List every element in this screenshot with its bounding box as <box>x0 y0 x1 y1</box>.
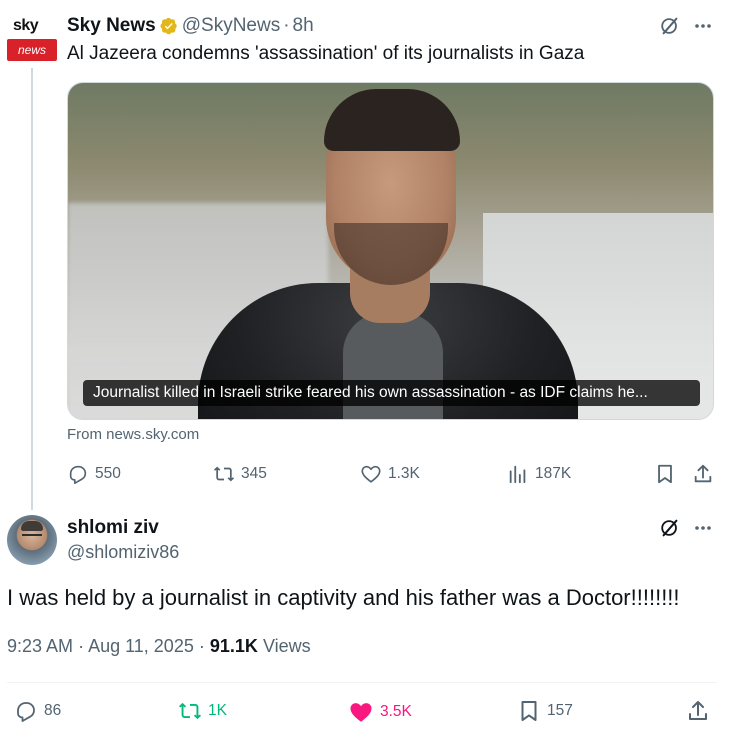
like-button[interactable]: 3.5K <box>348 699 412 725</box>
link-card[interactable]: Journalist killed in Israeli strike fear… <box>67 82 714 420</box>
bookmark-count: 157 <box>547 702 573 719</box>
reply-icon <box>67 463 89 485</box>
separator: · <box>198 636 205 656</box>
bookmark-icon <box>654 463 676 485</box>
thread-connector-line <box>31 68 33 510</box>
card-source[interactable]: From news.sky.com <box>67 426 199 443</box>
tweet-date[interactable]: Aug 11, 2025 <box>88 636 194 656</box>
views-count: 187K <box>535 465 572 482</box>
tweet-time[interactable]: 8h <box>293 15 314 37</box>
sky-logo-badge: news <box>7 39 57 61</box>
verified-icon <box>160 17 178 35</box>
avatar[interactable] <box>7 515 57 565</box>
bookmark-button[interactable] <box>654 463 676 485</box>
like-button[interactable]: 1.3K <box>360 463 420 485</box>
reply-count: 86 <box>44 702 62 719</box>
separator: · <box>283 15 290 36</box>
views-label: Views <box>262 636 311 656</box>
more-icon[interactable] <box>693 518 713 540</box>
sky-news-avatar[interactable]: sky news <box>7 13 57 63</box>
divider <box>7 682 717 683</box>
bookmark-icon <box>517 699 541 723</box>
quoted-tweet-header: Sky News @SkyNews · 8h <box>67 14 314 38</box>
reply-icon <box>14 699 38 723</box>
separator: · <box>78 636 85 656</box>
reply-button[interactable]: 86 <box>14 699 61 723</box>
views-count: 91.1K <box>209 636 258 656</box>
repost-count: 1K <box>208 702 227 719</box>
like-icon <box>360 463 382 485</box>
repost-icon <box>213 463 235 485</box>
like-count: 3.5K <box>380 703 412 720</box>
author-handle[interactable]: @SkyNews <box>182 15 280 37</box>
share-button[interactable] <box>686 699 710 723</box>
more-icon[interactable] <box>693 16 713 38</box>
share-button[interactable] <box>692 463 714 485</box>
repost-button[interactable]: 345 <box>213 463 267 485</box>
grok-icon[interactable] <box>659 517 681 539</box>
grok-icon[interactable] <box>659 15 681 37</box>
like-count: 1.3K <box>388 465 420 482</box>
repost-button[interactable]: 1K <box>178 699 227 723</box>
reply-button[interactable]: 550 <box>67 463 121 485</box>
author-name[interactable]: Sky News <box>67 15 156 37</box>
repost-icon <box>178 699 202 723</box>
views-icon <box>507 463 529 485</box>
share-icon <box>686 699 710 723</box>
reply-count: 550 <box>95 465 121 482</box>
author-name[interactable]: shlomi ziv <box>67 517 159 539</box>
card-caption: Journalist killed in Israeli strike fear… <box>83 380 700 406</box>
repost-count: 345 <box>241 465 267 482</box>
share-icon <box>692 463 714 485</box>
bookmark-button[interactable]: 157 <box>517 699 573 723</box>
tweet-time[interactable]: 9:23 AM <box>7 636 73 656</box>
tweet-meta: 9:23 AM · Aug 11, 2025 · 91.1K Views <box>7 636 311 657</box>
views-button[interactable]: 187K <box>507 463 571 485</box>
card-photo <box>68 83 713 419</box>
sky-logo-text: sky <box>13 17 39 34</box>
like-icon <box>348 699 374 725</box>
quoted-tweet-text: Al Jazeera condemns 'assassination' of i… <box>67 43 585 64</box>
author-handle[interactable]: @shlomiziv86 <box>67 542 179 563</box>
tweet-text: I was held by a journalist in captivity … <box>7 585 680 610</box>
